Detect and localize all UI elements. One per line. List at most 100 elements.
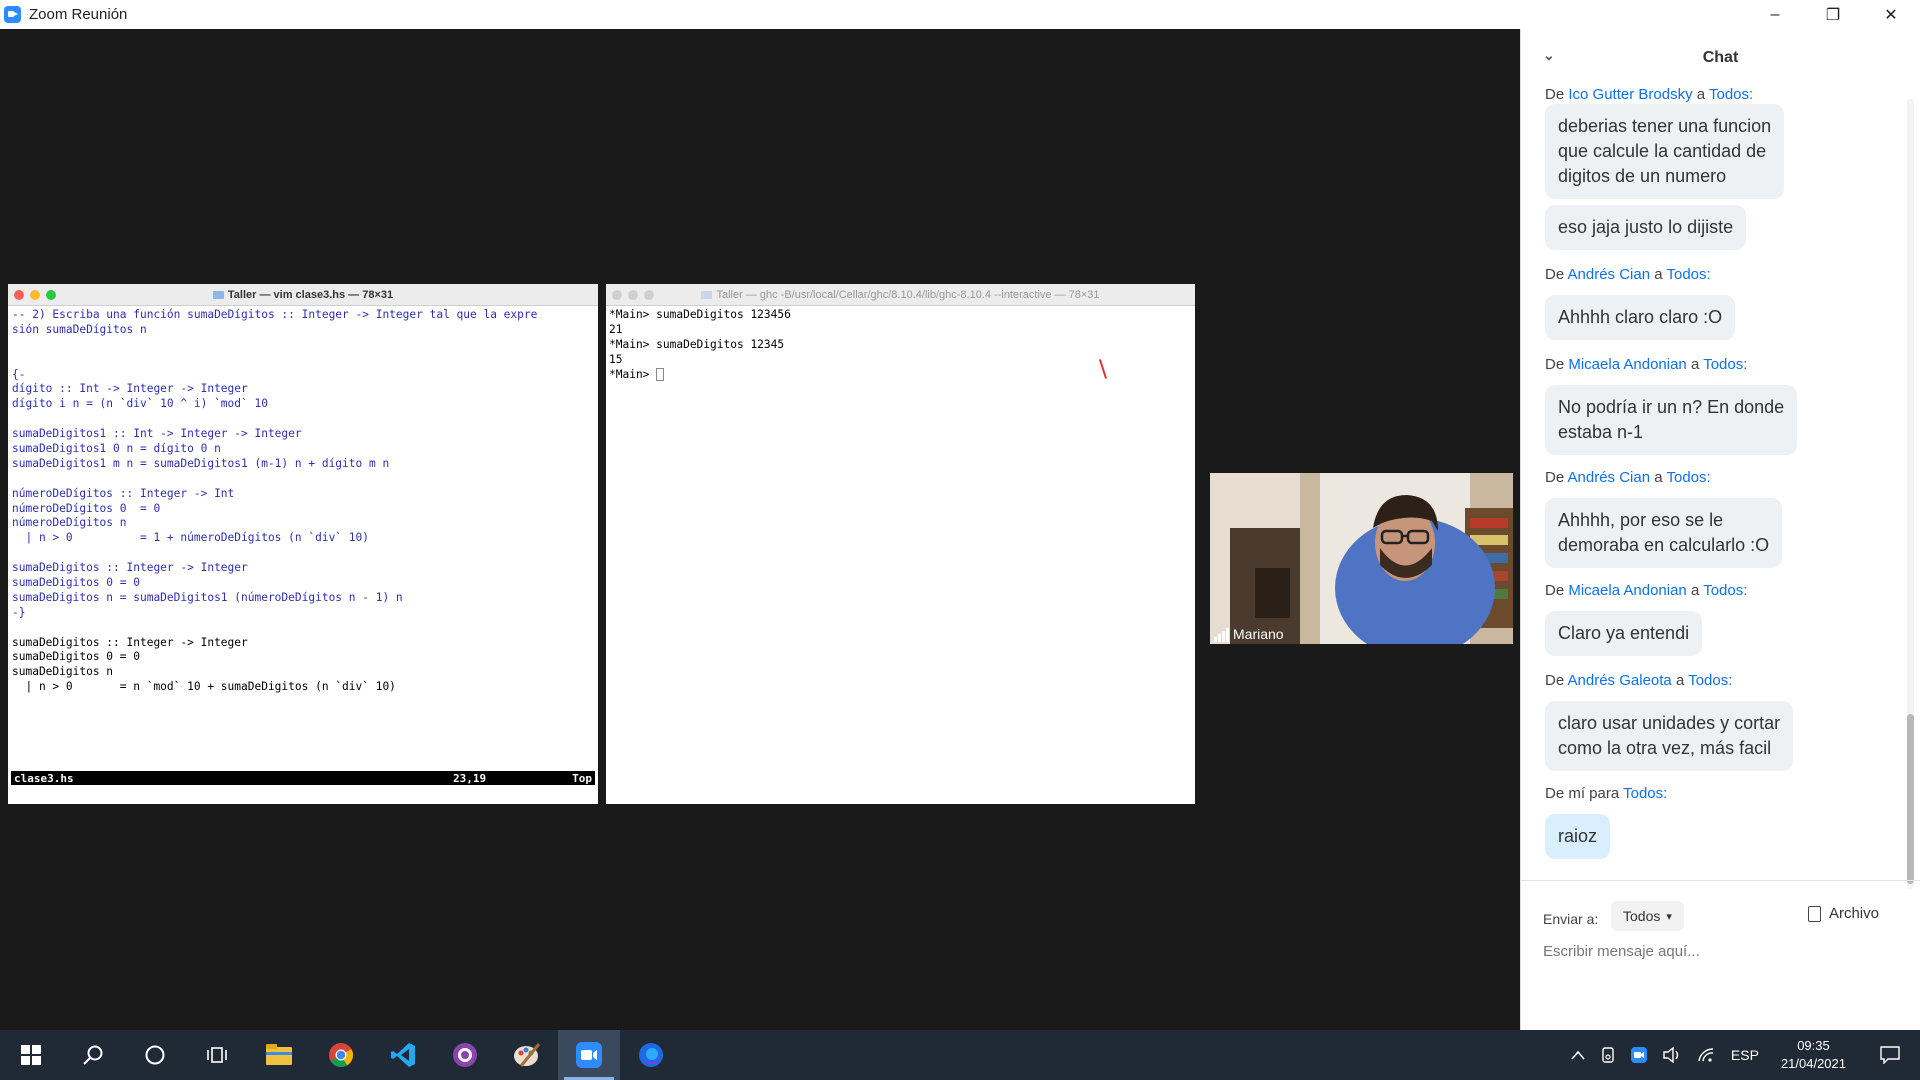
vim-statusline: clase3.hs 23,19 Top — [11, 771, 595, 785]
file-icon — [1807, 905, 1821, 922]
vim-code-line: sumaDeDigitos n — [12, 665, 114, 679]
text-cursor-icon — [656, 368, 665, 382]
ghci-output-line: *Main> sumaDeDigitos 123456 — [609, 308, 791, 321]
vim-code-line — [12, 353, 594, 368]
sender-name[interactable]: Andrés Cian — [1568, 469, 1651, 486]
sender-name[interactable]: Andrés Cian — [1568, 266, 1651, 283]
meeting-area: Taller — vim clase3.hs — 78×31 -- 2) Esc… — [0, 29, 1520, 1030]
vim-code-line: sumaDeDigitos1 m n = sumaDeDigitos1 (m-1… — [12, 456, 390, 470]
sender-name[interactable]: Micaela Andonian — [1568, 582, 1686, 599]
recipient-name[interactable]: Todos: — [1667, 266, 1711, 283]
chat-scrollbar[interactable] — [1907, 99, 1914, 889]
signal-strength-icon — [1214, 628, 1229, 642]
chevron-down-icon[interactable]: ⌄ — [1543, 47, 1555, 64]
close-dot-icon — [14, 290, 24, 300]
recipient-select[interactable]: Todos ▾ — [1611, 901, 1684, 931]
search-icon[interactable] — [62, 1030, 124, 1080]
recipient-select-value: Todos — [1623, 908, 1661, 924]
vim-code-line: -} — [12, 605, 26, 619]
chat-message: No podría ir un n? En donde estaba n-1 — [1545, 385, 1798, 455]
ghci-output-line: *Main> sumaDeDigitos 12345 — [609, 337, 785, 351]
window-controls: – ❐ ✕ — [1746, 0, 1920, 29]
cortana-icon[interactable] — [124, 1030, 186, 1080]
windows-taskbar: ESP 09:35 21/04/2021 — [0, 1030, 1920, 1080]
chat-header: ⌄ Chat — [1521, 29, 1920, 86]
chat-message: deberias tener una funcion que calcule l… — [1545, 104, 1785, 199]
zoom-dot-icon — [46, 290, 56, 300]
notifications-icon[interactable] — [1860, 1046, 1920, 1064]
file-button[interactable]: Archivo — [1807, 905, 1879, 922]
vim-code-line: sumaDeDigitos 0 = 0 — [12, 576, 140, 590]
ghci-titlebar: Taller — ghc -B/usr/local/Cellar/ghc/8.1… — [606, 284, 1195, 306]
zoom-icon[interactable] — [558, 1030, 620, 1080]
vim-code-line — [12, 472, 594, 487]
close-button[interactable]: ✕ — [1862, 0, 1920, 29]
zoom-dot-icon — [644, 290, 654, 300]
sender-name[interactable]: Micaela Andonian — [1568, 356, 1686, 373]
vscode-icon[interactable] — [372, 1030, 434, 1080]
recipient-name[interactable]: Todos: — [1667, 469, 1711, 486]
task-view-icon[interactable] — [186, 1030, 248, 1080]
zoom-app-icon — [4, 6, 21, 23]
chat-compose: Enviar a: Todos ▾ Archivo — [1521, 880, 1920, 1030]
vim-title: Taller — vim clase3.hs — 78×31 — [227, 288, 394, 301]
paint-icon[interactable] — [496, 1030, 558, 1080]
close-dot-icon — [612, 290, 622, 300]
chrome-icon[interactable] — [310, 1030, 372, 1080]
clock-date: 21/04/2021 — [1780, 1056, 1846, 1071]
folder-icon — [212, 290, 224, 299]
language-indicator[interactable]: ESP — [1723, 1047, 1767, 1063]
zoom-tray-icon[interactable] — [1623, 1047, 1655, 1063]
recipient-name[interactable]: Todos: — [1709, 86, 1753, 103]
file-button-label: Archivo — [1828, 905, 1879, 922]
chevron-up-icon[interactable] — [1563, 1050, 1593, 1060]
minimize-button[interactable]: – — [1746, 0, 1804, 29]
vim-code-line: dígito i n = (n `div` 10 ^ i) `mod` 10 — [12, 397, 268, 411]
vim-status-position: 23,19 — [453, 771, 487, 785]
vim-code-line — [12, 621, 594, 636]
recipient-name[interactable]: Todos: — [1703, 356, 1747, 373]
restore-button[interactable]: ❐ — [1804, 0, 1862, 29]
vim-code-line: sión sumaDeDígitos n — [12, 322, 147, 336]
clock[interactable]: 09:35 21/04/2021 — [1767, 1037, 1860, 1073]
minimize-dot-icon — [30, 290, 40, 300]
chat-messages[interactable]: De Ico Gutter Brodsky a Todos: deberias … — [1521, 86, 1920, 880]
folder-icon — [701, 290, 713, 299]
clock-time: 09:35 — [1797, 1038, 1830, 1053]
message-sender-line: De Micaela Andonian a Todos: — [1545, 356, 1748, 373]
vim-code-line: -- 2) Escriba una función sumaDeDígitos … — [12, 308, 538, 321]
device-icon[interactable] — [1593, 1047, 1623, 1063]
vim-code-line: | n > 0 = 1 + númeroDeDígitos (n `div` 1… — [12, 531, 369, 545]
wifi-icon[interactable] — [1689, 1047, 1723, 1063]
video-tile[interactable]: Mariano — [1210, 473, 1513, 644]
sender-name[interactable]: Andrés Galeota — [1568, 672, 1672, 689]
shared-ghci-window: Taller — ghc -B/usr/local/Cellar/ghc/8.1… — [606, 284, 1195, 804]
start-icon[interactable] — [0, 1030, 62, 1080]
recipient-name[interactable]: Todos: — [1703, 582, 1747, 599]
vim-code-line — [12, 338, 594, 353]
vim-code-line: númeroDeDígitos :: Integer -> Int — [12, 486, 235, 500]
chat-scroll-thumb[interactable] — [1907, 714, 1914, 884]
vim-code-line: sumaDeDigitos1 :: Int -> Integer -> Inte… — [12, 427, 302, 441]
chat-message-own: raioz — [1545, 814, 1611, 859]
chat-message: claro usar unidades y cortar como la otr… — [1545, 701, 1794, 771]
volume-icon[interactable] — [1655, 1047, 1689, 1063]
file-explorer-icon[interactable] — [248, 1030, 310, 1080]
vim-code-line: sumaDeDigitos n = sumaDeDigitos1 (número… — [12, 590, 403, 604]
vim-code-line: númeroDeDígitos n — [12, 516, 127, 530]
chat-message-input[interactable] — [1543, 943, 1893, 960]
participant-name-tag: Mariano — [1214, 626, 1284, 642]
shared-vim-window: Taller — vim clase3.hs — 78×31 -- 2) Esc… — [8, 284, 598, 804]
vim-code-line — [12, 412, 594, 427]
firefox-icon[interactable] — [620, 1030, 682, 1080]
vim-code-line: {- — [12, 367, 26, 381]
recipient-name[interactable]: Todos: — [1688, 672, 1732, 689]
message-sender-line: De Micaela Andonian a Todos: — [1545, 582, 1748, 599]
recipient-name[interactable]: Todos: — [1623, 785, 1667, 802]
vim-code-line: sumaDeDigitos :: Integer -> Integer — [12, 561, 248, 575]
chat-message: Claro ya entendi — [1545, 611, 1703, 656]
ghci-output-line: 21 — [609, 322, 623, 336]
github-desktop-icon[interactable] — [434, 1030, 496, 1080]
sender-name[interactable]: Ico Gutter Brodsky — [1568, 86, 1692, 103]
participant-name: Mariano — [1233, 626, 1284, 642]
